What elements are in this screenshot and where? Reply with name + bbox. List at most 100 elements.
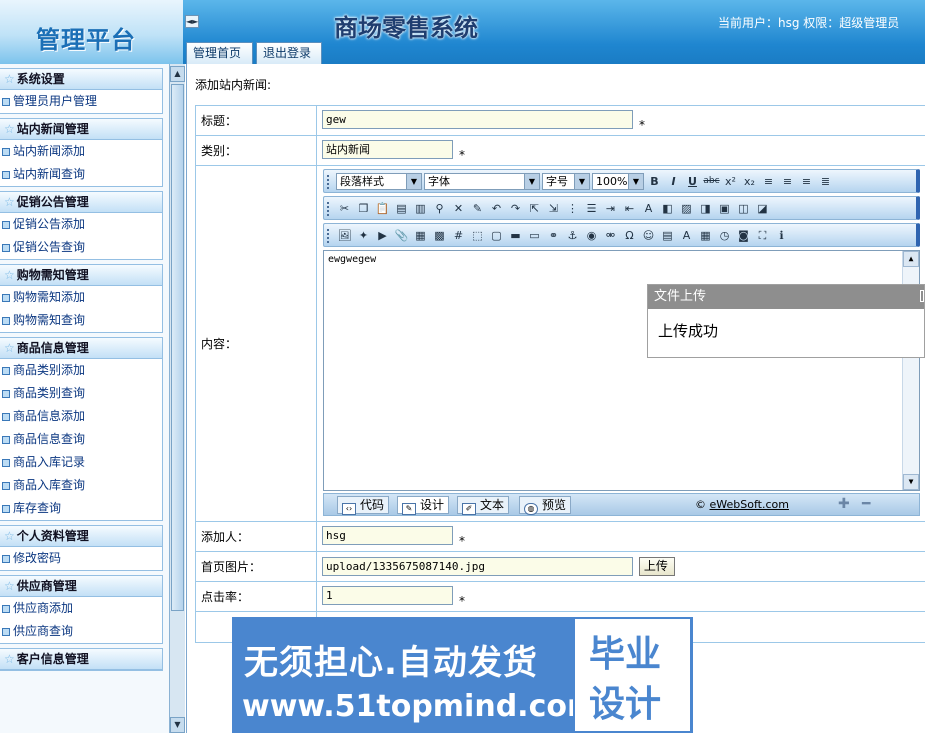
italic-icon[interactable]: I — [665, 173, 682, 190]
menu-header[interactable]: ☆ 站内新闻管理 — [0, 119, 162, 140]
media-icon[interactable]: ▶ — [374, 227, 391, 244]
align-right-icon[interactable]: ≡ — [798, 173, 815, 190]
unordered-list-icon[interactable]: ☰ — [583, 200, 600, 217]
grid-icon[interactable]: # — [450, 227, 467, 244]
menu-item-supplier-add[interactable]: 供应商添加 — [0, 597, 162, 620]
collapse-sidebar-button[interactable]: ◄► — [185, 15, 199, 28]
unlink-icon[interactable]: ⚮ — [602, 227, 619, 244]
menu-item-promo-query[interactable]: 促销公告查询 — [0, 236, 162, 259]
menu-item-change-password[interactable]: 修改密码 — [0, 547, 162, 570]
menu-item-news-query[interactable]: 站内新闻查询 — [0, 163, 162, 186]
scroll-down-arrow-icon[interactable]: ▼ — [170, 717, 185, 733]
emoticon-icon[interactable]: ☺ — [640, 227, 657, 244]
unselect-icon[interactable]: ⇲ — [545, 200, 562, 217]
bold-icon[interactable]: B — [646, 173, 663, 190]
align-left-icon[interactable]: ≡ — [760, 173, 777, 190]
paragraph-style-select[interactable]: 段落样式 ▼ — [336, 173, 422, 190]
menu-item-stockin-record[interactable]: 商品入库记录 — [0, 451, 162, 474]
layer-back-icon[interactable]: ◪ — [754, 200, 771, 217]
mode-preview-button[interactable]: ◍ 预览 — [519, 496, 572, 515]
menu-item-stockin-query[interactable]: 商品入库查询 — [0, 474, 162, 497]
menu-item-inventory-query[interactable]: 库存查询 — [0, 497, 162, 520]
title-input[interactable]: gew — [322, 109, 633, 129]
scroll-down-arrow-icon[interactable]: ▼ — [903, 474, 919, 490]
underline-icon[interactable]: U — [684, 173, 701, 190]
bg-color-icon[interactable]: ◧ — [659, 200, 676, 217]
enlarge-editor-icon[interactable]: ✚ — [838, 497, 850, 511]
clicks-input[interactable]: 1 — [322, 585, 453, 605]
paste-text-icon[interactable]: ▤ — [393, 200, 410, 217]
link-icon[interactable]: ⚭ — [545, 227, 562, 244]
menu-item-news-add[interactable]: 站内新闻添加 — [0, 140, 162, 163]
menu-header[interactable]: ☆ 个人资料管理 — [0, 526, 162, 547]
select-all-icon[interactable]: ⇱ — [526, 200, 543, 217]
clear-format-icon[interactable]: ✎ — [469, 200, 486, 217]
tab-admin-home[interactable]: 管理首页 — [186, 42, 253, 64]
about-icon[interactable]: ℹ — [773, 227, 790, 244]
dialog-close-icon[interactable] — [920, 290, 924, 302]
excel-icon[interactable]: ▤ — [659, 227, 676, 244]
iframe-icon[interactable]: ▢ — [488, 227, 505, 244]
font-size-select[interactable]: 字号 ▼ — [542, 173, 590, 190]
align-center-icon[interactable]: ≡ — [779, 173, 796, 190]
image-path-input[interactable]: upload/1335675087140.jpg — [322, 557, 633, 576]
shrink-editor-icon[interactable]: ━ — [862, 497, 870, 511]
undo-icon[interactable]: ↶ — [488, 200, 505, 217]
menu-header[interactable]: ☆ 供应商管理 — [0, 576, 162, 597]
frame-icon[interactable]: ▣ — [716, 200, 733, 217]
menu-header[interactable]: ☆ 促销公告管理 — [0, 192, 162, 213]
layer-icon[interactable]: ◨ — [697, 200, 714, 217]
sidebar-scrollbar[interactable]: ▲ ▼ — [169, 64, 185, 733]
image-icon[interactable]: 🖼 — [336, 227, 353, 244]
time-icon[interactable]: ◷ — [716, 227, 733, 244]
delete-icon[interactable]: ✕ — [450, 200, 467, 217]
map-icon[interactable]: ◉ — [583, 227, 600, 244]
mode-code-button[interactable]: ‹› 代码 — [337, 496, 390, 515]
font-select[interactable]: 字体 ▼ — [424, 173, 540, 190]
redo-icon[interactable]: ↷ — [507, 200, 524, 217]
menu-header[interactable]: ☆ 系统设置 — [0, 69, 162, 90]
zoom-select[interactable]: 100% ▼ — [592, 173, 644, 190]
scroll-up-arrow-icon[interactable]: ▲ — [903, 251, 919, 267]
superscript-icon[interactable]: x² — [722, 173, 739, 190]
art-text-icon[interactable]: A — [678, 227, 695, 244]
align-justify-icon[interactable]: ≣ — [817, 173, 834, 190]
find-icon[interactable]: ⚲ — [431, 200, 448, 217]
fieldset-icon[interactable]: ⬚ — [469, 227, 486, 244]
menu-item-category-add[interactable]: 商品类别添加 — [0, 359, 162, 382]
menu-item-product-add[interactable]: 商品信息添加 — [0, 405, 162, 428]
menu-header[interactable]: ☆ 客户信息管理 — [0, 649, 162, 670]
menu-item-product-query[interactable]: 商品信息查询 — [0, 428, 162, 451]
ordered-list-icon[interactable]: ⋮ — [564, 200, 581, 217]
horizontal-rule-icon[interactable]: ▬ — [507, 227, 524, 244]
scrollbar-thumb[interactable] — [171, 84, 184, 611]
tab-logout[interactable]: 退出登录 — [256, 42, 322, 64]
table-props-icon[interactable]: ▩ — [431, 227, 448, 244]
mode-design-button[interactable]: ✎ 设计 — [397, 496, 450, 515]
paste-word-icon[interactable]: ▥ — [412, 200, 429, 217]
upload-button[interactable]: 上传 — [638, 557, 675, 576]
scroll-up-arrow-icon[interactable]: ▲ — [170, 66, 185, 82]
indent-icon[interactable]: ⇥ — [602, 200, 619, 217]
capture-icon[interactable]: ◙ — [735, 227, 752, 244]
attachment-icon[interactable]: 📎 — [393, 227, 410, 244]
menu-item-admin-users[interactable]: 管理员用户管理 — [0, 90, 162, 113]
anchor-icon[interactable]: ⚓ — [564, 227, 581, 244]
copy-icon[interactable]: ❐ — [355, 200, 372, 217]
paste-icon[interactable]: 📋 — [374, 200, 391, 217]
subscript-icon[interactable]: x₂ — [741, 173, 758, 190]
menu-item-notice-add[interactable]: 购物需知添加 — [0, 286, 162, 309]
mode-text-button[interactable]: ✐ 文本 — [457, 496, 510, 515]
fullscreen-icon[interactable]: ⛶ — [754, 227, 771, 244]
layer-front-icon[interactable]: ◫ — [735, 200, 752, 217]
menu-header[interactable]: ☆ 商品信息管理 — [0, 338, 162, 359]
credit-link[interactable]: eWebSoft.com — [710, 498, 789, 511]
menu-item-category-query[interactable]: 商品类别查询 — [0, 382, 162, 405]
menu-item-supplier-query[interactable]: 供应商查询 — [0, 620, 162, 643]
text-color-icon[interactable]: A — [640, 200, 657, 217]
adder-input[interactable]: hsg — [322, 525, 453, 545]
special-char-icon[interactable]: Ω — [621, 227, 638, 244]
table-icon[interactable]: ▦ — [412, 227, 429, 244]
marquee-icon[interactable]: ▭ — [526, 227, 543, 244]
menu-header[interactable]: ☆ 购物需知管理 — [0, 265, 162, 286]
